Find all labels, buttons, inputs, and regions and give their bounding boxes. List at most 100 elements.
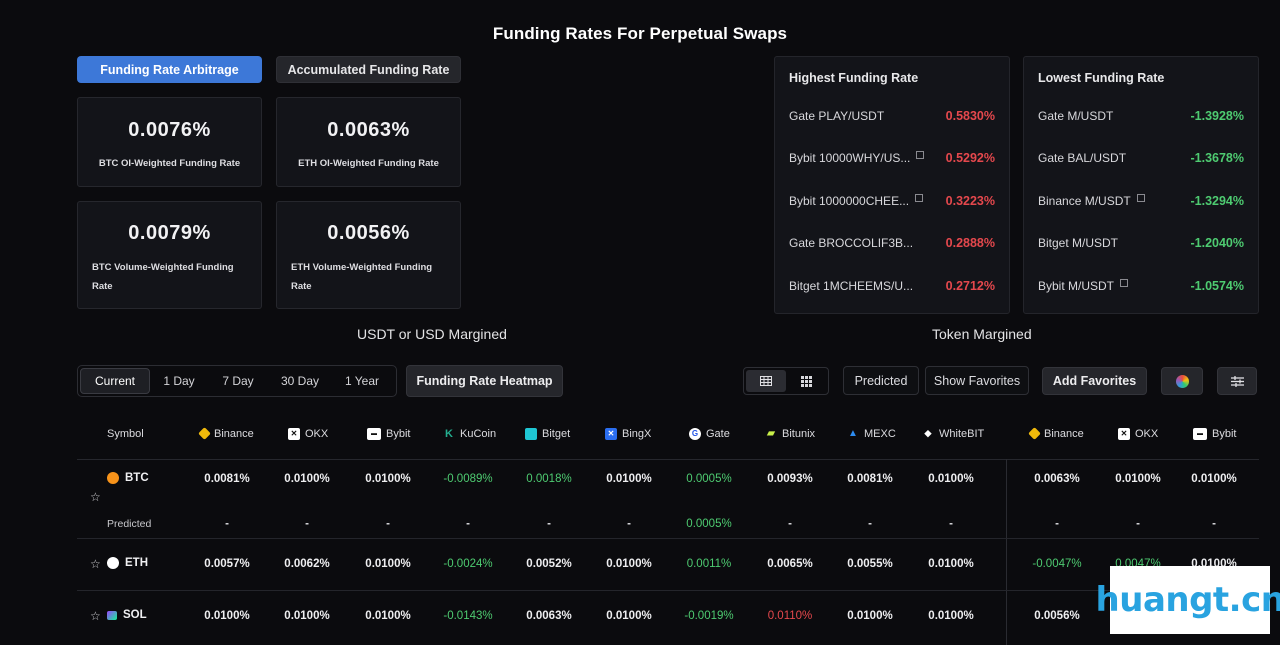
highest-row-rate: 0.2712% [945,279,995,293]
header-exchange[interactable]: K KuCoin [443,408,496,459]
header-exchange[interactable]: ▲ MEXC [847,408,896,459]
header-exchange[interactable]: Binance [1028,408,1084,459]
predicted-cell: - [949,518,953,530]
period-1-day[interactable]: 1 Day [150,368,208,394]
lowest-row-rate: -1.0574% [1190,279,1244,293]
lowest-row-name: Bybit M/USDT [1038,279,1115,293]
sol-coin-icon [107,610,117,620]
predicted-label: Predicted [107,518,152,530]
header-exchange[interactable]: ▰ Bitunix [765,408,815,459]
lowest-row[interactable]: Bybit M/USDT -1.0574% [1038,276,1244,296]
bingx-logo-icon: ✕ [605,427,617,440]
highest-row-name: Bybit 1000000CHEE... [789,194,910,208]
header-exchange[interactable]: Binance [198,408,254,459]
section-usdt-margined: USDT or USD Margined [357,326,507,342]
highest-row[interactable]: Gate PLAY/USDT 0.5830% [789,106,995,126]
predicted-cell: - [627,518,631,530]
external-link-icon[interactable] [915,194,924,202]
rate-cell: 0.0100% [284,473,330,485]
rate-cell: -0.0019% [684,610,734,622]
rate-cell: 0.0110% [767,610,813,622]
btc-coin-icon [107,472,119,484]
lowest-row[interactable]: Bitget M/USDT -1.2040% [1038,233,1244,253]
table-header: Symbol Binance ✕ OKX ▬ Bybit K KuCoin Bitge… [77,408,1259,460]
header-exchange[interactable]: ✕ OKX [1118,408,1158,459]
highest-row-name: Gate BROCCOLIF3B... [789,236,914,250]
rate-cell: 0.0065% [767,558,813,570]
color-theme-icon[interactable] [1161,367,1203,395]
highest-row-name: Bybit 10000WHY/US... [789,151,911,165]
bybit-logo-icon: ▬ [367,427,381,440]
symbol-btc[interactable]: BTC [107,472,149,484]
add-favorites-button[interactable]: Add Favorites [1042,367,1147,395]
tab-accumulated-funding-rate[interactable]: Accumulated Funding Rate [276,56,461,83]
row-divider [77,538,1259,539]
header-exchange[interactable]: Bitget [525,408,570,459]
rate-cell: -0.0024% [443,558,493,570]
predicted-cell: - [788,518,792,530]
rate-cell: -0.0089% [443,473,493,485]
lowest-row-rate: -1.3928% [1190,109,1244,123]
grid-view-icon[interactable] [786,370,826,392]
binance-logo-icon [198,427,211,440]
rate-cell: 0.0100% [928,473,974,485]
period-1-year[interactable]: 1 Year [332,368,392,394]
settings-sliders-icon[interactable] [1217,367,1257,395]
rate-cell: 0.0100% [204,610,250,622]
favorite-star-icon[interactable]: ☆ [90,557,101,571]
section-token-margined: Token Margined [932,326,1032,342]
table-view-icon[interactable] [746,370,786,392]
funding-rate-heatmap-button[interactable]: Funding Rate Heatmap [406,365,563,397]
show-favorites-button[interactable]: Show Favorites [925,366,1029,395]
external-link-icon[interactable] [1120,279,1129,287]
external-link-icon[interactable] [1136,194,1145,202]
lowest-row[interactable]: Gate M/USDT -1.3928% [1038,106,1244,126]
rate-cell: -0.0047% [1032,558,1082,570]
external-link-icon[interactable] [916,151,925,159]
stat-value: 0.0063% [327,119,410,141]
stat-label-line1: BTC Volume-Weighted Funding [92,262,234,273]
rate-cell: 0.0056% [1034,610,1080,622]
header-exchange[interactable]: ✕ BingX [605,408,651,459]
header-symbol[interactable]: Symbol [107,408,144,459]
highest-row-name: Bitget 1MCHEEMS/U... [789,279,914,293]
rate-cell: 0.0100% [606,473,652,485]
rate-cell: 0.0011% [686,558,732,570]
header-exchange[interactable]: ◆ WhiteBIT [922,408,985,459]
predicted-cell: - [1212,518,1216,530]
predicted-cell: - [305,518,309,530]
predicted-cell: - [868,518,872,530]
stat-card-eth-volume: 0.0056% ETH Volume-Weighted Funding Rate [276,201,461,309]
highest-row[interactable]: Bybit 10000WHY/US... 0.5292% [789,148,995,168]
favorite-star-icon[interactable]: ☆ [90,609,101,623]
period-7-day[interactable]: 7 Day [208,368,268,394]
kucoin-logo-icon: K [445,427,453,440]
rate-cell: 0.0100% [365,610,411,622]
rate-cell: 0.0100% [928,610,974,622]
stat-value: 0.0076% [128,119,211,141]
header-exchange[interactable]: ✕ OKX [288,408,328,459]
header-exchange[interactable]: ▬ Bybit [1193,408,1236,459]
stat-label: ETH OI-Weighted Funding Rate [298,158,439,169]
binance-logo-icon [1028,427,1041,440]
tab-funding-rate-arbitrage[interactable]: Funding Rate Arbitrage [77,56,262,83]
period-selector: Current 1 Day 7 Day 30 Day 1 Year [77,365,397,397]
symbol-eth[interactable]: ETH [107,557,148,569]
period-current[interactable]: Current [80,368,150,394]
lowest-row-name: Binance M/USDT [1038,194,1131,208]
rate-cell: 0.0100% [1191,473,1237,485]
highest-row[interactable]: Bybit 1000000CHEE... 0.3223% [789,191,995,211]
stat-value: 0.0056% [327,222,410,244]
lowest-row-rate: -1.3678% [1190,151,1244,165]
period-30-day[interactable]: 30 Day [268,368,332,394]
predicted-button[interactable]: Predicted [843,366,919,395]
highest-row[interactable]: Bitget 1MCHEEMS/U... 0.2712% [789,276,995,296]
favorite-star-icon[interactable]: ☆ [90,490,101,504]
header-exchange[interactable]: G Gate [689,408,730,459]
symbol-sol[interactable]: SOL [107,609,147,621]
header-exchange[interactable]: ▬ Bybit [367,408,410,459]
bitget-logo-icon [525,427,537,440]
highest-row[interactable]: Gate BROCCOLIF3B... 0.2888% [789,233,995,253]
lowest-row[interactable]: Binance M/USDT -1.3294% [1038,191,1244,211]
lowest-row[interactable]: Gate BAL/USDT -1.3678% [1038,148,1244,168]
